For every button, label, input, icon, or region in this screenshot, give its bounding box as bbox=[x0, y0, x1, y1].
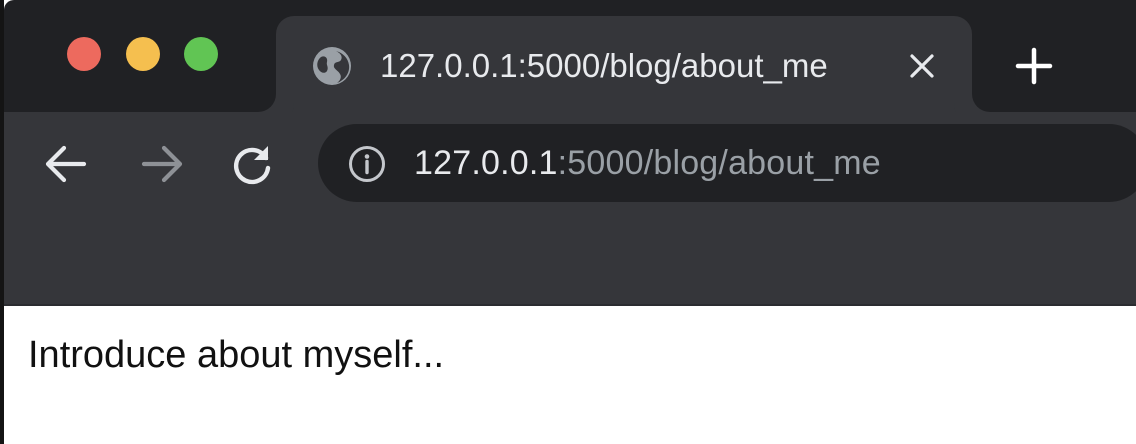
url-text[interactable]: 127.0.0.1:5000/blog/about_me bbox=[414, 143, 881, 183]
active-tab[interactable]: 127.0.0.1:5000/blog/about_me bbox=[276, 16, 972, 112]
globe-icon bbox=[312, 46, 352, 86]
close-icon[interactable] bbox=[906, 50, 938, 82]
minimize-window-button[interactable] bbox=[126, 37, 160, 71]
arrow-right-icon[interactable] bbox=[138, 140, 186, 188]
plus-icon[interactable] bbox=[1012, 44, 1056, 88]
info-icon[interactable] bbox=[348, 145, 386, 183]
page-content: Introduce about myself... bbox=[4, 306, 1136, 444]
tab-title: 127.0.0.1:5000/blog/about_me bbox=[380, 47, 828, 84]
url-path: :5000/blog/about_me bbox=[557, 144, 881, 182]
arrow-left-icon[interactable] bbox=[42, 140, 90, 188]
url-host: 127.0.0.1 bbox=[414, 144, 558, 182]
close-window-button[interactable] bbox=[67, 37, 101, 71]
bookmarks-bar bbox=[4, 212, 1136, 306]
address-bar[interactable]: 127.0.0.1:5000/blog/about_me bbox=[318, 124, 1136, 202]
maximize-window-button[interactable] bbox=[184, 37, 218, 71]
title-bar: 127.0.0.1:5000/blog/about_me bbox=[4, 0, 1136, 112]
page-text: Introduce about myself... bbox=[28, 334, 445, 376]
reload-icon[interactable] bbox=[228, 140, 276, 188]
